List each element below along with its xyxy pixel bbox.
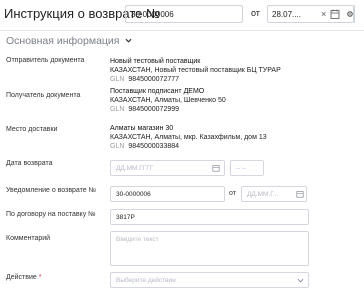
return-date-input[interactable]: ДД.ММ.ГГГГ bbox=[110, 160, 225, 176]
notice-date-placeholder: ДД.ММ.Г... bbox=[247, 191, 279, 198]
calendar-icon[interactable] bbox=[330, 8, 340, 20]
recipient-address: КАЗАХСТАН, Алматы, Шевченко 50 bbox=[110, 97, 226, 104]
chevron-down-icon bbox=[125, 38, 132, 43]
action-select[interactable]: Выберите действие bbox=[110, 272, 309, 288]
contract-number-value: 3817P bbox=[116, 214, 135, 221]
recipient-label: Получатель документа bbox=[6, 92, 81, 99]
document-date-input[interactable]: 28.07.... × bbox=[267, 5, 354, 23]
sender-label: Отправитель документа bbox=[6, 57, 85, 64]
comment-placeholder: Введите текст bbox=[116, 236, 159, 243]
notice-label: Уведомление о возврате № bbox=[6, 187, 97, 194]
recipient-name: Поставщик подписант ДЕМО bbox=[110, 88, 205, 95]
action-label-text: Действие bbox=[6, 274, 37, 281]
sender-name: Новый тестовый поставщик bbox=[110, 58, 201, 65]
header-divider bbox=[0, 30, 364, 31]
calendar-icon[interactable] bbox=[296, 190, 304, 198]
delivery-label: Место доставки bbox=[6, 126, 58, 133]
action-placeholder: Выберите действие bbox=[116, 277, 176, 284]
delivery-name: Алматы магазин 30 bbox=[110, 125, 174, 132]
required-mark: * bbox=[38, 274, 42, 281]
delivery-address: КАЗАХСТАН, Алматы, мкр. Казахфильм, дом … bbox=[110, 134, 267, 141]
delivery-gln-value: 9845000033884 bbox=[128, 143, 180, 150]
notice-from-label: от bbox=[229, 190, 236, 197]
sender-gln-label: GLN bbox=[110, 76, 125, 83]
recipient-gln-label: GLN bbox=[110, 106, 125, 113]
calendar-icon[interactable] bbox=[212, 164, 220, 172]
notice-number-input[interactable]: 30-0000006 bbox=[110, 186, 225, 202]
recipient-info: Поставщик подписант ДЕМО КАЗАХСТАН, Алма… bbox=[110, 87, 226, 114]
return-date-placeholder: ДД.ММ.ГГГГ bbox=[116, 165, 154, 172]
clear-icon[interactable]: × bbox=[321, 9, 326, 19]
contract-label: По договору на поставку № bbox=[6, 211, 96, 218]
header: Инструкция о возврате № 30-0000006 от 28… bbox=[0, 0, 364, 28]
return-time-input[interactable]: --:-- bbox=[230, 160, 264, 176]
delivery-info: Алматы магазин 30 КАЗАХСТАН, Алматы, мкр… bbox=[110, 124, 267, 151]
delivery-gln-label: GLN bbox=[110, 143, 125, 150]
document-number-input[interactable]: 30-0000006 bbox=[125, 5, 243, 23]
comment-label: Комментарий bbox=[6, 235, 51, 242]
action-label: Действие * bbox=[6, 274, 41, 281]
section-toggle[interactable]: Основная информация bbox=[6, 35, 132, 47]
header-separator bbox=[354, 5, 355, 23]
return-time-placeholder: --:-- bbox=[236, 165, 247, 172]
return-date-label: Дата возврата bbox=[6, 160, 53, 167]
from-label: от bbox=[251, 8, 260, 18]
contract-number-input[interactable]: 3817P bbox=[110, 209, 309, 225]
section-title: Основная информация bbox=[6, 35, 120, 47]
document-date-value: 28.07.... bbox=[272, 10, 301, 19]
comment-textarea[interactable]: Введите текст bbox=[110, 231, 309, 266]
notice-date-input[interactable]: ДД.ММ.Г... bbox=[241, 186, 307, 202]
sender-info: Новый тестовый поставщик КАЗАХСТАН, Новы… bbox=[110, 57, 281, 84]
recipient-gln-value: 9845000072999 bbox=[128, 106, 180, 113]
settings-icon[interactable] bbox=[346, 10, 354, 18]
notice-number-value: 30-0000006 bbox=[116, 191, 151, 198]
sender-address: КАЗАХСТАН, Новый тестовый поставщик БЦ Т… bbox=[110, 67, 281, 74]
chevron-down-icon bbox=[297, 278, 304, 283]
sender-gln-value: 9845000072777 bbox=[128, 76, 180, 83]
